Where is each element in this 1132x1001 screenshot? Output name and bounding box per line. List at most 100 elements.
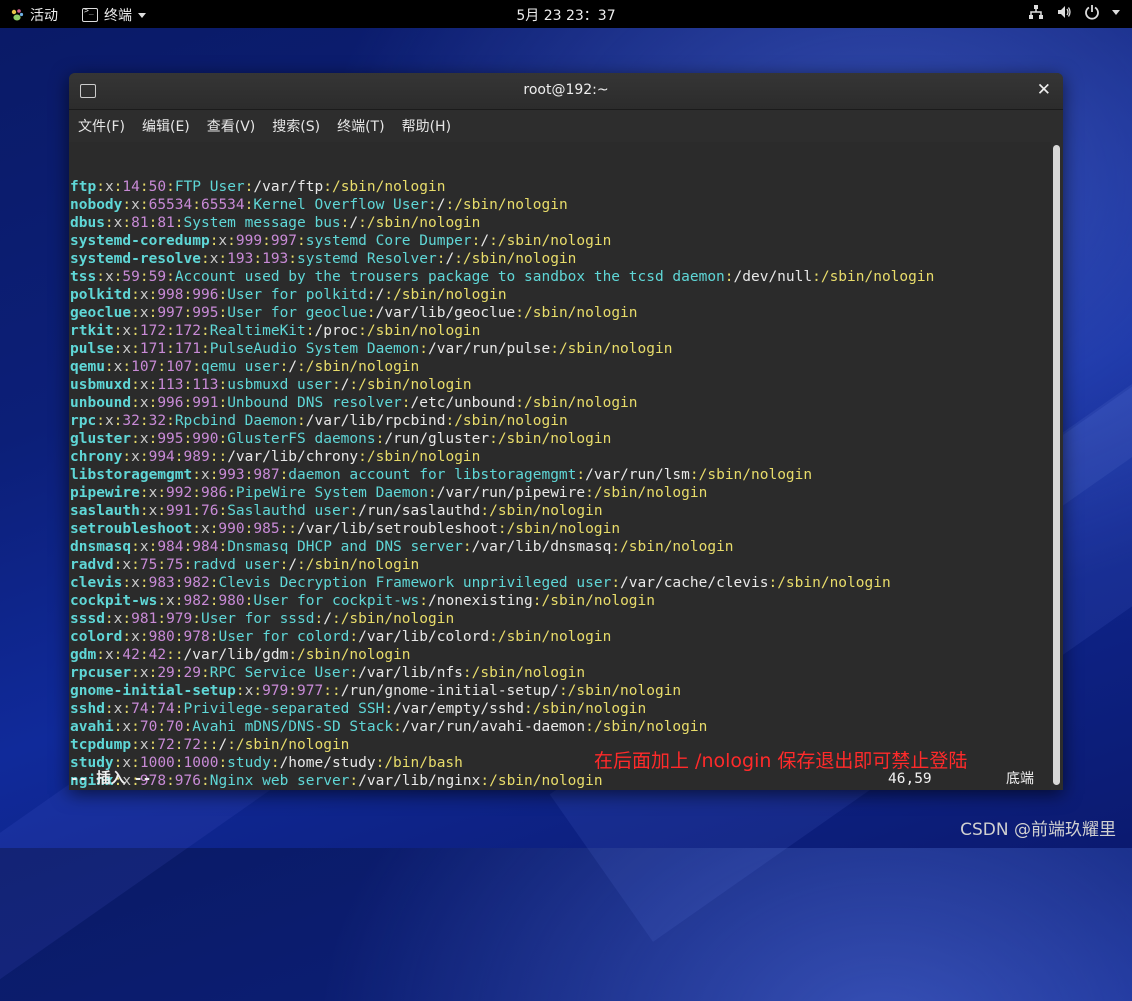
menu-edit[interactable]: 编辑(E) — [142, 116, 190, 136]
title-bar[interactable]: root@192:~ ✕ — [69, 73, 1063, 110]
app-menu-button[interactable]: 终端 — [82, 5, 146, 25]
field-uid: 991 — [166, 503, 193, 519]
field-shell: /sbin/nologin — [454, 413, 568, 429]
field-uid: 994 — [148, 449, 175, 465]
field-gid: 986 — [200, 485, 228, 501]
field-home: /var/run/pipewire — [436, 485, 586, 501]
field-separator: : — [122, 359, 132, 375]
field-desc: FTP User — [174, 179, 245, 195]
field-pw: x — [131, 449, 140, 465]
scrollbar-thumb[interactable] — [1053, 145, 1060, 785]
field-separator: : — [139, 647, 149, 663]
field-shell: /sbin/nologin — [777, 575, 891, 591]
passwd-line: pulse:x:171:171:PulseAudio System Daemon… — [70, 340, 1051, 358]
field-shell: /sbin/nologin — [524, 395, 638, 411]
field-home: /nonexisting — [428, 593, 533, 609]
volume-icon[interactable] — [1056, 4, 1072, 20]
field-uid: 42 — [122, 647, 140, 663]
scrollbar[interactable] — [1053, 145, 1060, 785]
close-button[interactable]: ✕ — [1037, 80, 1051, 100]
field-separator: : — [358, 449, 367, 465]
passwd-line: cockpit-ws:x:982:980:User for cockpit-ws… — [70, 592, 1051, 610]
passwd-line: saslauth:x:991:76:Saslauthd user:/run/sa… — [70, 502, 1051, 520]
top-bar: 活动 终端 5月 23 23：37 — [0, 0, 1132, 28]
app-menu-label: 终端 — [104, 8, 132, 24]
field-separator: : — [131, 305, 140, 321]
power-icon[interactable] — [1084, 4, 1100, 20]
field-gid: 29 — [183, 665, 201, 681]
system-tray[interactable] — [1028, 4, 1120, 20]
field-separator: : — [489, 629, 498, 645]
passwd-line: libstoragemgmt:x:993:987:daemon account … — [70, 466, 1051, 484]
field-separator: : — [166, 179, 175, 195]
field-uid: 998 — [157, 287, 184, 303]
field-separator: : — [192, 197, 201, 213]
field-desc: Clevis Decryption Framework unprivileged… — [218, 575, 612, 591]
field-separator: : — [122, 215, 132, 231]
menu-view[interactable]: 查看(V) — [207, 116, 256, 136]
field-home: /run/gnome-initial-setup/ — [340, 683, 559, 699]
field-shell: /sbin/nologin — [366, 323, 481, 339]
field-shell: /sbin/nologin — [497, 431, 612, 447]
field-separator: : — [393, 719, 402, 735]
passwd-line: avahi:x:70:70:Avahi mDNS/DNS-SD Stack:/v… — [70, 718, 1051, 736]
field-home: /var/cache/clevis — [620, 575, 769, 591]
field-shell: /sbin/nologin — [366, 449, 481, 465]
terminal-output[interactable]: ftp:x:14:50:FTP User:/var/ftp:/sbin/nolo… — [69, 142, 1051, 790]
field-desc: systemd Core Dumper — [305, 233, 472, 249]
passwd-line: unbound:x:996:991:Unbound DNS resolver:/… — [70, 394, 1051, 412]
field-separator: : — [192, 467, 201, 483]
field-separator: : — [401, 395, 411, 411]
field-separator: : — [349, 629, 359, 645]
field-gid: 74 — [157, 701, 175, 717]
field-desc: PipeWire System Daemon — [235, 485, 428, 501]
field-separator: : — [419, 593, 428, 609]
field-separator: : — [148, 305, 158, 321]
menu-terminal[interactable]: 终端(T) — [337, 116, 384, 136]
field-desc: Unbound DNS resolver — [227, 395, 402, 411]
field-separator: : — [122, 449, 132, 465]
field-shell: /sbin/nologin — [305, 557, 420, 573]
chevron-down-icon[interactable] — [1112, 9, 1120, 15]
vim-mode: -- 插入 -- — [70, 771, 152, 787]
field-separator: : — [122, 197, 132, 213]
field-user: sshd — [70, 701, 105, 717]
field-separator: : — [323, 683, 332, 699]
field-uid: 107 — [131, 359, 158, 375]
clock[interactable]: 5月 23 23：37 — [516, 8, 615, 24]
menu-search[interactable]: 搜索(S) — [272, 116, 320, 136]
field-separator: : — [218, 395, 228, 411]
field-separator: : — [192, 503, 201, 519]
field-pw: x — [139, 665, 149, 681]
field-pw: x — [104, 413, 114, 429]
field-pw: x — [122, 755, 132, 771]
menu-help[interactable]: 帮助(H) — [402, 116, 451, 136]
field-shell: /sbin/nologin — [524, 305, 638, 321]
field-separator: : — [131, 431, 140, 447]
activities-button[interactable]: 活动 — [10, 5, 58, 25]
field-separator: : — [183, 431, 193, 447]
field-user: gdm — [70, 647, 97, 663]
field-separator: : — [122, 611, 132, 627]
field-home: /proc — [314, 323, 359, 339]
activities-label: 活动 — [30, 8, 58, 24]
passwd-line: rpcuser:x:29:29:RPC Service User:/var/li… — [70, 664, 1051, 682]
field-home: /var/lib/setroubleshoot — [297, 521, 498, 537]
field-separator: : — [576, 467, 586, 483]
field-pw: x — [139, 287, 149, 303]
field-shell: /sbin/nologin — [471, 665, 586, 681]
field-separator: : — [131, 287, 140, 303]
passwd-line: nobody:x:65534:65534:Kernel Overflow Use… — [70, 196, 1051, 214]
field-separator: : — [515, 305, 525, 321]
field-shell: /sbin/nologin — [297, 647, 411, 663]
field-home: /var/lib/gdm — [183, 647, 289, 663]
field-gid: 979 — [166, 611, 193, 627]
field-separator: : — [174, 449, 184, 465]
field-separator: : — [218, 449, 228, 465]
field-shell: /sbin/nologin — [393, 287, 507, 303]
field-shell: /sbin/nologin — [454, 197, 568, 213]
field-home: / — [218, 737, 228, 753]
menu-file[interactable]: 文件(F) — [78, 116, 125, 136]
network-icon[interactable] — [1028, 4, 1044, 20]
field-uid: 980 — [148, 629, 175, 645]
